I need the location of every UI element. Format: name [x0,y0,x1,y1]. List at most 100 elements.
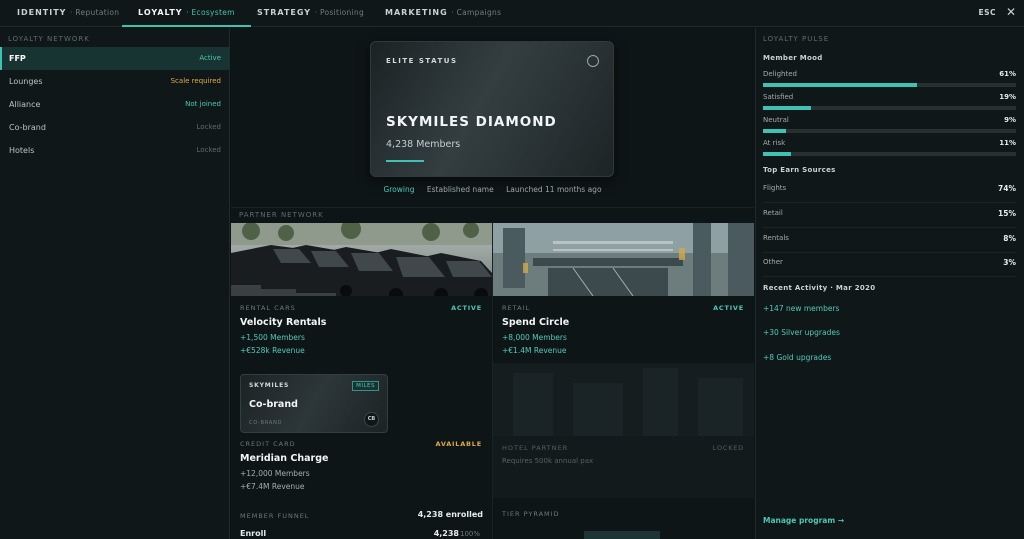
loyalty-pulse-heading: LOYALTY PULSE [763,35,830,43]
partner-category: HOTEL PARTNER [502,444,569,452]
elite-program-title: SKYMILES DIAMOND [386,114,557,130]
elite-tags: Growing Established name Launched 11 mon… [231,185,754,194]
mood-name: Neutral [763,116,789,124]
partner-status: ACTIVE [451,304,482,312]
tag-established: Established name [426,185,494,194]
sidebar-item-co-brand[interactable]: Co-brand Locked [0,116,230,139]
partner-members: +8,000 Members [502,333,567,342]
earn-name: Retail [763,209,783,217]
funnel-row-value: 4,238 [433,529,459,538]
sidebar-item-hotels[interactable]: Hotels Locked [0,139,230,162]
earn-percent: 15% [998,209,1016,218]
divider [492,223,493,539]
co-brand-card-brand: SKYMILES [249,382,290,389]
mood-name: Delighted [763,70,797,78]
funnel-total: 4,238 enrolled [417,510,483,519]
partner-members: +1,500 Members [240,333,305,342]
sidebar-item-ffp[interactable]: FFP Active [0,47,230,70]
mood-fill [763,152,791,156]
sidebar-item-alliance[interactable]: Alliance Not joined [0,93,230,116]
earn-row-flights: Flights 74% [763,179,1016,203]
tab-marketing[interactable]: MARKETING · Campaigns [385,0,501,27]
divider [231,207,754,208]
loyalty-main-panel: ELITE STATUS SKYMILES DIAMOND 4,238 Memb… [231,28,754,539]
earn-percent: 74% [998,184,1016,193]
tab-identity-label: IDENTITY [17,8,67,17]
sidebar-item-status: Locked [196,146,221,154]
tag-launched: Launched 11 months ago [506,185,602,194]
mood-name: Satisfied [763,93,794,101]
earn-percent: 3% [1003,258,1016,267]
tab-marketing-sub: · Campaigns [451,8,502,17]
earn-name: Flights [763,184,787,192]
funnel-row-name: Enroll [240,529,267,538]
earn-row-rentals: Rentals 8% [763,229,1016,253]
co-brand-card[interactable]: SKYMILES MILES Co-brand CO-BRAND CB [240,374,388,433]
earn-name: Rentals [763,234,789,242]
partner-status: LOCKED [712,444,744,452]
tab-loyalty-sub: · Ecosystem [186,8,235,17]
tab-loyalty-label: LOYALTY [138,8,183,17]
sidebar-item-lounges[interactable]: Lounges Scale required [0,70,230,93]
miles-badge: MILES [352,381,379,391]
partner-category: CREDIT CARD [240,440,296,448]
mood-fill [763,106,812,110]
partner-name: Meridian Charge [240,453,329,464]
esc-button[interactable]: ESC [978,0,996,27]
earn-row-other: Other 3% [763,253,1016,277]
partner-network-heading: PARTNER NETWORK [239,211,324,219]
sidebar-item-status: Not joined [185,100,221,108]
mood-row-at-risk: At risk 11% [763,139,1016,161]
activity-item: +8 Gold upgrades [763,353,832,362]
earn-name: Other [763,258,783,266]
manage-program-link[interactable]: Manage program → [763,516,844,525]
hotel-image [493,363,754,436]
partner-requirement: Requires 500k annual pax [502,457,594,465]
member-mood-heading: Member Mood [763,54,823,62]
earn-row-retail: Retail 15% [763,204,1016,228]
partner-status: ACTIVE [713,304,744,312]
mood-row-satisfied: Satisfied 19% [763,93,1016,115]
sidebar-item-label: Alliance [9,100,41,109]
tab-loyalty[interactable]: LOYALTY · Ecosystem [122,0,251,27]
close-icon[interactable]: ✕ [1006,0,1016,27]
partner-card-retail[interactable]: RETAIL ACTIVE Spend Circle +8,000 Member… [493,223,754,363]
tier-pyramid-bar [584,531,660,539]
co-brand-card-sub: CO-BRAND [249,420,283,426]
sidebar-item-status: Scale required [170,77,221,85]
partner-category: RETAIL [502,304,531,312]
sidebar-item-label: Lounges [9,77,43,86]
partner-card-credit[interactable]: CREDIT CARD AVAILABLE Meridian Charge +1… [231,438,492,498]
recent-activity-heading: Recent Activity · Mar 2020 [763,284,876,292]
tab-strategy-sub: · Positioning [314,8,365,17]
partner-category: RENTAL CARS [240,304,296,312]
elite-status-card[interactable]: ELITE STATUS SKYMILES DIAMOND 4,238 Memb… [370,41,614,177]
mood-track [763,106,1016,110]
earn-sources-heading: Top Earn Sources [763,166,836,174]
mood-track [763,129,1016,133]
mood-percent: 19% [999,93,1016,101]
activity-item: +30 Silver upgrades [763,328,840,337]
elite-status-label: ELITE STATUS [386,57,458,65]
partner-card-hotel[interactable]: HOTEL PARTNER LOCKED Requires 500k annua… [493,363,754,498]
loyalty-network-sidebar: LOYALTY NETWORK FFP Active Lounges Scale… [0,28,230,539]
tab-identity-sub: · Reputation [70,8,120,17]
member-funnel-heading: MEMBER FUNNEL [240,512,310,520]
mood-track [763,152,1016,156]
mood-track [763,83,1016,87]
funnel-row-percent: 100% [459,530,480,538]
mood-percent: 11% [999,139,1016,147]
co-brand-card-title: Co-brand [249,399,298,410]
mood-row-delighted: Delighted 61% [763,70,1016,92]
sidebar-item-status: Locked [196,123,221,131]
mood-fill [763,83,918,87]
mood-percent: 61% [999,70,1016,78]
partner-name: Velocity Rentals [240,317,327,328]
sidebar-item-label: FFP [9,54,26,63]
mood-row-neutral: Neutral 9% [763,116,1016,138]
tab-identity[interactable]: IDENTITY · Reputation [17,0,119,27]
tab-strategy[interactable]: STRATEGY · Positioning [257,0,364,27]
tab-strategy-label: STRATEGY [257,8,312,17]
partner-card-rental[interactable]: RENTAL CARS ACTIVE Velocity Rentals +1,5… [231,223,492,363]
retail-mall-image [493,223,754,296]
